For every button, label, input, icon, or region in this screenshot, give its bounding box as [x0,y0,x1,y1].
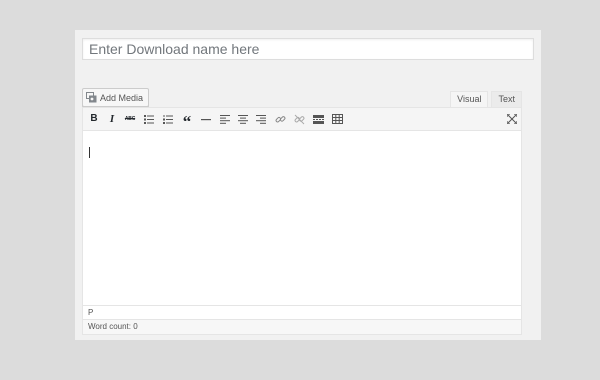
bulleted-list-icon [144,114,154,124]
add-media-button[interactable]: Add Media [82,88,150,107]
toolbar-toggle-icon [331,114,343,124]
bold-icon: B [90,113,98,124]
bulleted-list-button[interactable] [143,113,155,125]
remove-link-button[interactable] [293,113,305,125]
media-icon [86,92,97,103]
horizontal-line-icon [201,115,211,124]
editor-box: B I ABC “ P Word count: 0 [82,107,522,335]
strikethrough-button[interactable]: ABC [124,113,136,125]
editor-panel: Add Media Visual Text B I ABC [75,30,541,340]
blockquote-button[interactable]: “ [181,112,193,131]
word-count: Word count: 0 [83,319,521,334]
align-center-button[interactable] [237,113,249,125]
unlink-icon [294,114,305,125]
editor-mode-tabs: Visual Text [450,91,522,107]
blockquote-icon: “ [182,112,192,131]
editor-toolbar: B I ABC “ [83,108,521,131]
text-cursor [89,147,90,158]
element-path: P [83,305,521,319]
toolbar-toggle-button[interactable] [331,113,343,125]
italic-icon: I [109,113,115,125]
bold-button[interactable]: B [88,113,100,125]
horizontal-line-button[interactable] [200,113,212,125]
align-right-button[interactable] [255,113,267,125]
insert-link-button[interactable] [274,113,286,125]
editor-content-area[interactable] [83,131,521,305]
tab-text[interactable]: Text [491,91,522,107]
align-left-icon [220,114,230,124]
read-more-button[interactable] [312,113,324,125]
align-right-icon [256,114,266,124]
fullscreen-icon [507,114,517,124]
align-left-button[interactable] [219,113,231,125]
align-center-icon [238,114,248,124]
add-media-label: Add Media [100,92,144,103]
link-icon [275,114,286,125]
numbered-list-button[interactable] [162,113,174,125]
read-more-icon [312,114,324,124]
tab-visual[interactable]: Visual [450,91,489,107]
fullscreen-button[interactable] [506,113,518,125]
strikethrough-icon: ABC [124,116,136,122]
download-name-input[interactable] [82,38,534,60]
numbered-list-icon [163,114,173,124]
italic-button[interactable]: I [106,113,118,125]
